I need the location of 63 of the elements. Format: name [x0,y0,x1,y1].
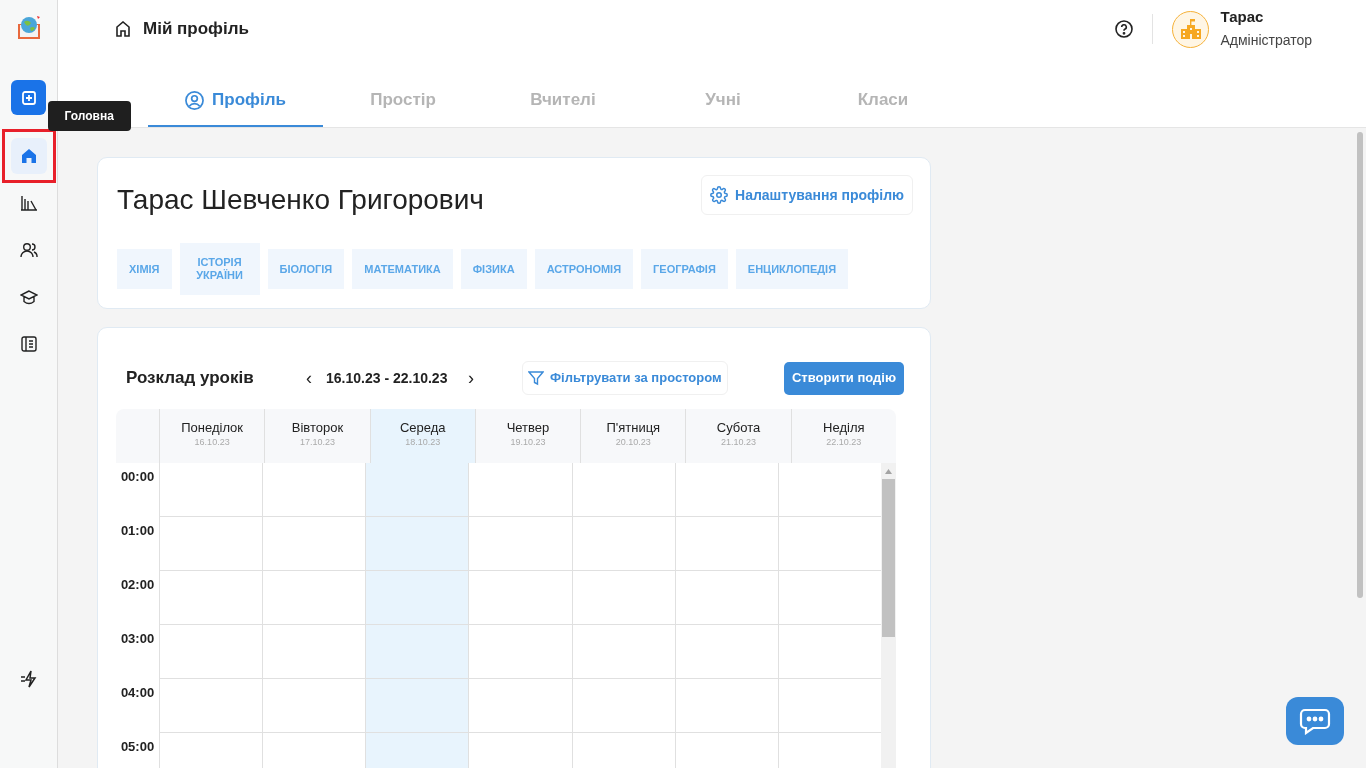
subject-tag: ХІМІЯ [117,249,172,289]
subject-tag: МАТЕМАТИКА [352,249,453,289]
day-date: 19.10.23 [510,438,546,447]
highlight-frame [1,129,56,183]
subject-tag: ІСТОРІЯ УКРАЇНИ [179,243,260,295]
day-name: П'ятниця [606,421,661,434]
journal-icon [20,336,37,352]
help-icon[interactable] [1115,20,1134,38]
time-label: 00:00 [120,468,155,483]
user-name: Тарас [1220,8,1265,28]
time-label: 05:00 [120,738,155,753]
tab[interactable]: Учні [643,75,803,127]
time-label: 02:00 [120,576,155,591]
time-label: 03:00 [120,630,155,645]
day-date: 16.10.23 [194,438,230,447]
school-icon [1179,19,1202,39]
scrollbar[interactable] [881,463,896,768]
scrollbar-thumb[interactable] [882,479,895,637]
day-date: 22.10.23 [826,438,862,447]
profile-name: Тарас Шевченко Григорович [117,183,484,217]
time-label: 01:00 [120,522,155,537]
user-circle-icon [185,90,205,110]
chat-icon [1299,707,1331,735]
subject-tag: АСТРОНОМІЯ [534,249,634,289]
tab[interactable]: Простір [323,75,483,127]
profile-settings-button[interactable]: Налаштування профілю [701,175,913,215]
subject-tag: ГЕОГРАФІЯ [641,249,728,289]
page-scrollbar-thumb[interactable] [1357,132,1363,598]
day-name: Вівторок [291,421,344,434]
filter-icon [528,370,544,386]
day-name: Субота [716,421,761,434]
day-date: 20.10.23 [615,438,651,447]
home-icon [115,21,131,37]
users-icon [19,242,38,258]
user-role: Адміністратор [1220,32,1312,50]
chat-button[interactable] [1286,697,1344,745]
create-event-button[interactable]: Створити подію [784,361,904,395]
tab[interactable]: Класи [803,75,963,127]
add-icon [21,90,36,105]
page-title: Мій профіль [143,18,249,41]
settings-icon [710,186,729,204]
day-name: Четвер [506,421,550,434]
day-name: Понеділок [181,421,244,434]
schedule-title: Розклад уроків [126,367,255,390]
graduation-cap-icon [19,289,38,305]
day-date: 21.10.23 [721,438,757,447]
tooltip: Головна [47,101,131,131]
tab[interactable]: Вчителі [483,75,643,127]
day-name: Середа [399,421,446,434]
home-icon [20,148,37,164]
next-week-button[interactable]: › [464,364,478,392]
subject-tag: ФІЗИКА [460,249,527,289]
subject-tag: БІОЛОГІЯ [267,249,345,289]
books-icon [19,195,38,211]
time-label: 04:00 [120,684,155,699]
date-range: 16.10.23 - 22.10.23 [326,368,449,388]
day-name: Неділя [823,421,865,434]
day-date: 17.10.23 [299,438,335,447]
subject-tag: ЕНЦИКЛОПЕДІЯ [735,249,849,289]
day-date: 18.10.23 [405,438,441,447]
filter-button[interactable]: Фільтрувати за простором [522,361,728,395]
lightning-list-icon[interactable] [20,670,38,688]
previous-week-button[interactable]: ‹ [302,364,316,392]
